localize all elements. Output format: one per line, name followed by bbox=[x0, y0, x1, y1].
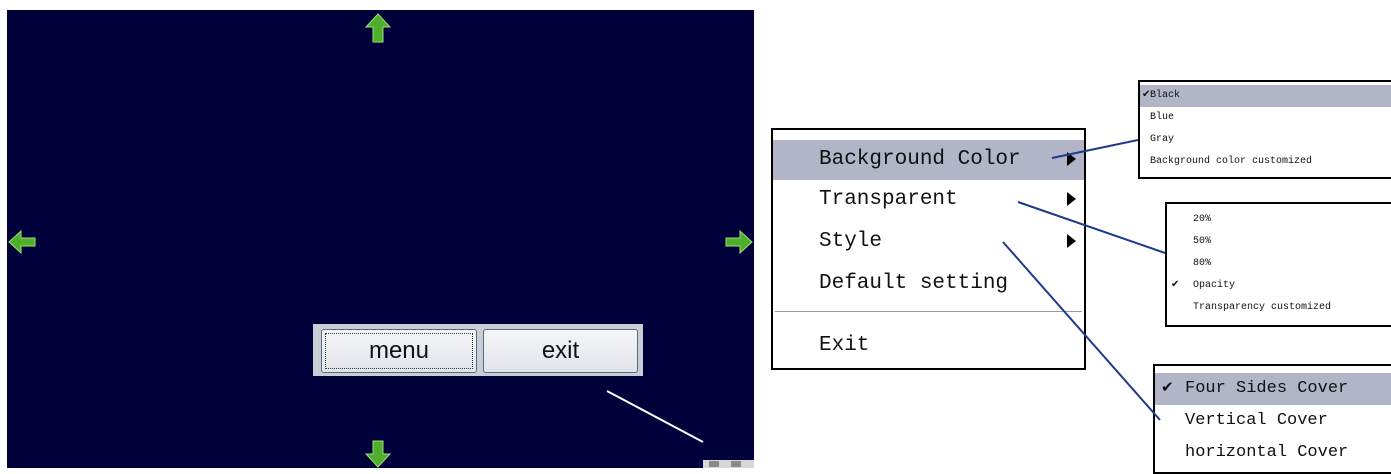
submenu-arrow-icon bbox=[1067, 234, 1076, 248]
submenu-item-label: Black bbox=[1150, 90, 1181, 101]
submenu-item-80[interactable]: 80% bbox=[1167, 253, 1391, 275]
style-submenu: ✔ Four Sides Cover Vertical Cover horizo… bbox=[1153, 364, 1391, 474]
submenu-item-label: Four Sides Cover bbox=[1185, 379, 1349, 398]
submenu-item-blue[interactable]: Blue bbox=[1140, 107, 1391, 129]
resize-handle[interactable] bbox=[703, 460, 754, 468]
submenu-item-label: Blue bbox=[1150, 112, 1175, 123]
submenu-item-20[interactable]: 20% bbox=[1167, 209, 1391, 231]
submenu-item-label: 20% bbox=[1193, 214, 1212, 225]
check-icon: ✔ bbox=[1171, 280, 1180, 291]
arrow-right-icon[interactable] bbox=[725, 230, 753, 254]
submenu-item-horizontal-cover[interactable]: horizontal Cover bbox=[1155, 437, 1391, 469]
menu-item-transparent[interactable]: Transparent bbox=[773, 180, 1084, 220]
submenu-item-opacity[interactable]: ✔ Opacity bbox=[1167, 275, 1391, 297]
background-color-submenu: ✔ Black Blue Gray Background color custo… bbox=[1138, 80, 1391, 179]
menu-item-label: Style bbox=[819, 230, 883, 253]
menu-item-style[interactable]: Style bbox=[773, 222, 1084, 262]
submenu-item-background-color-customized[interactable]: Background color customized bbox=[1140, 151, 1391, 173]
check-icon: ✔ bbox=[1161, 380, 1174, 397]
transparent-submenu: 20% 50% 80% ✔ Opacity Transparency custo… bbox=[1165, 202, 1391, 327]
menu-item-label: Transparent bbox=[819, 188, 958, 211]
arrow-down-icon[interactable] bbox=[365, 440, 391, 468]
submenu-item-gray[interactable]: Gray bbox=[1140, 129, 1391, 151]
submenu-item-label: 80% bbox=[1193, 258, 1212, 269]
menu-item-exit[interactable]: Exit bbox=[773, 326, 1084, 366]
check-icon: ✔ bbox=[1142, 90, 1151, 101]
menu-item-label: Exit bbox=[819, 334, 870, 357]
menu-separator bbox=[775, 311, 1082, 313]
submenu-item-label: horizontal Cover bbox=[1185, 443, 1349, 462]
submenu-item-four-sides-cover[interactable]: ✔ Four Sides Cover bbox=[1155, 373, 1391, 405]
menu-item-label: Background Color bbox=[819, 148, 1021, 171]
submenu-arrow-icon bbox=[1067, 192, 1076, 206]
menu-item-background-color[interactable]: Background Color bbox=[773, 140, 1084, 180]
arrow-left-icon[interactable] bbox=[8, 230, 36, 254]
arrow-up-icon[interactable] bbox=[365, 13, 391, 43]
tray-icon bbox=[731, 461, 741, 467]
submenu-item-black[interactable]: ✔ Black bbox=[1140, 85, 1391, 107]
button-bar: menu exit bbox=[313, 324, 643, 376]
submenu-arrow-icon bbox=[1067, 152, 1076, 166]
submenu-item-label: 50% bbox=[1193, 236, 1212, 247]
tray-icon bbox=[709, 461, 719, 467]
submenu-item-label: Opacity bbox=[1193, 280, 1236, 291]
submenu-item-label: Gray bbox=[1150, 134, 1175, 145]
submenu-item-label: Transparency customized bbox=[1193, 302, 1332, 313]
menu-item-default-setting[interactable]: Default setting bbox=[773, 264, 1084, 304]
submenu-item-50[interactable]: 50% bbox=[1167, 231, 1391, 253]
submenu-item-label: Vertical Cover bbox=[1185, 411, 1328, 430]
context-menu: Background Color Transparent Style Defau… bbox=[771, 128, 1086, 370]
exit-button[interactable]: exit bbox=[483, 329, 638, 373]
menu-button[interactable]: menu bbox=[321, 329, 477, 373]
menu-item-label: Default setting bbox=[819, 272, 1009, 295]
submenu-item-label: Background color customized bbox=[1150, 156, 1313, 167]
submenu-item-vertical-cover[interactable]: Vertical Cover bbox=[1155, 405, 1391, 437]
cover-screen: menu exit bbox=[7, 10, 754, 468]
submenu-item-transparency-customized[interactable]: Transparency customized bbox=[1167, 297, 1391, 319]
